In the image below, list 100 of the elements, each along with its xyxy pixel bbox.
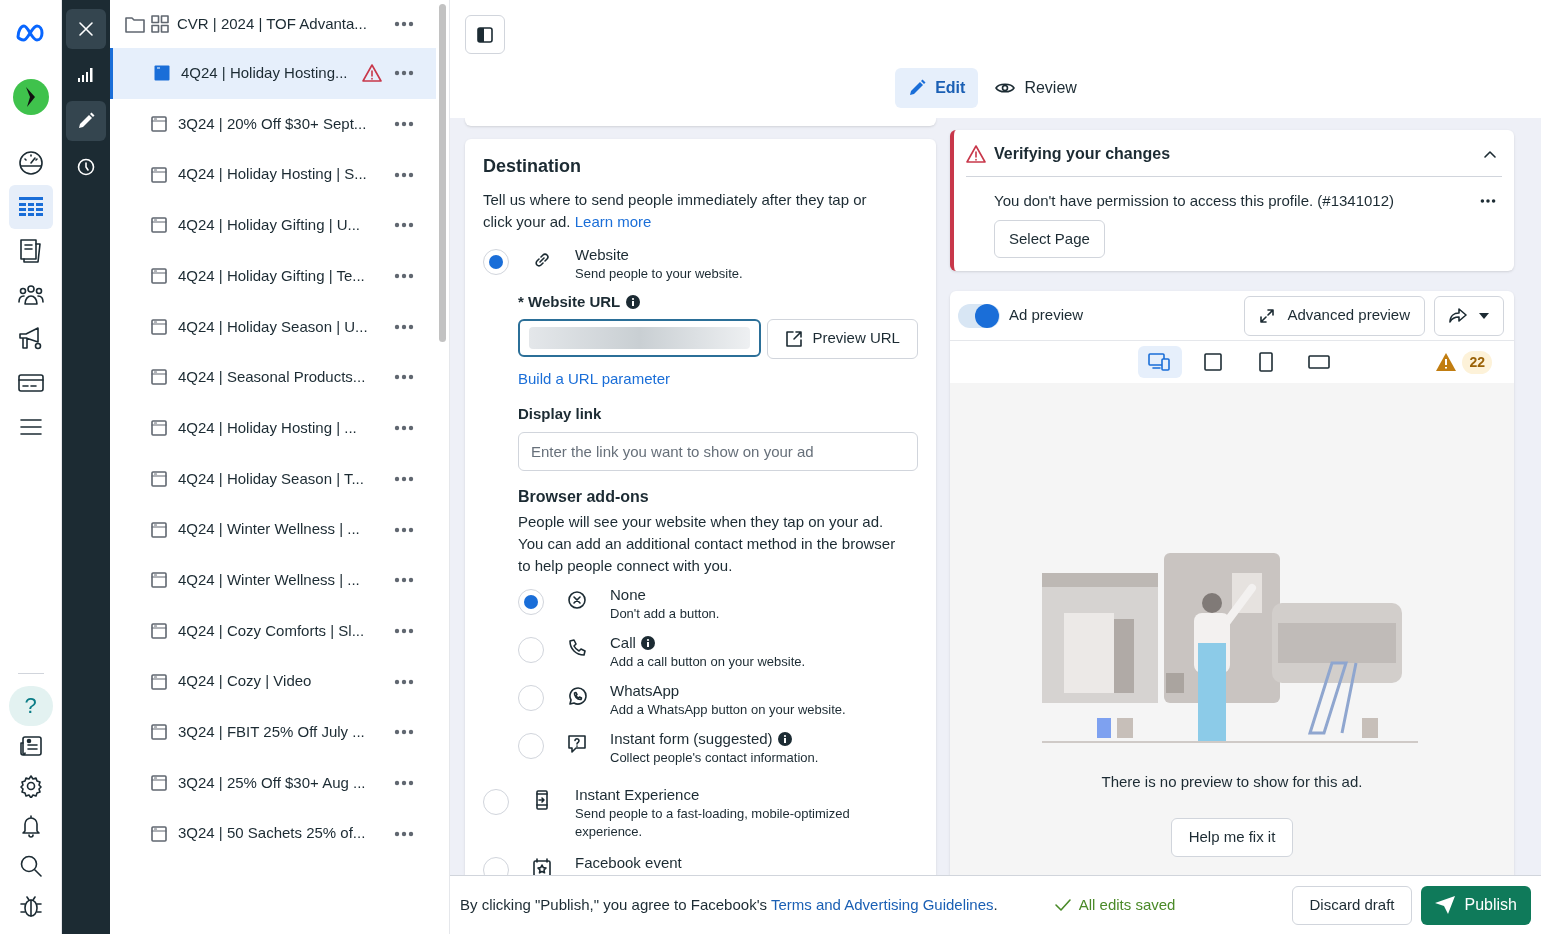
edit-tab[interactable]: Edit [895, 68, 979, 108]
newspaper-icon [18, 735, 43, 757]
help-fix-button[interactable]: Help me fix it [1170, 817, 1294, 857]
avatar-icon [11, 78, 50, 116]
ad-row[interactable]: 4Q24 | Cozy | Video [110, 656, 436, 707]
option-title: Facebook event [575, 852, 682, 873]
learn-more-link[interactable]: Learn more [574, 213, 652, 230]
ad-name: 4Q24 | Holiday Hosting | ... [178, 417, 358, 438]
preview-url-button[interactable]: Preview URL [767, 318, 918, 359]
question-bubble-icon [567, 733, 587, 754]
info-icon [626, 295, 641, 310]
table-icon [17, 196, 44, 218]
ad-row[interactable]: 4Q24 | Holiday Season | U... [110, 301, 436, 353]
more-icon [394, 273, 414, 280]
ad-row[interactable]: 4Q24 | Holiday Gifting | Te... [110, 250, 436, 302]
ad-row[interactable]: 4Q24 | Holiday Season | T... [110, 453, 436, 505]
more-icon [394, 70, 414, 77]
terms-link[interactable]: Terms and Advertising Guidelines [770, 895, 994, 913]
documents-icon [17, 238, 44, 264]
ad-icon [151, 724, 167, 741]
ad-row[interactable]: 4Q24 | Holiday Hosting | S... [110, 149, 436, 201]
bug-icon [18, 894, 43, 918]
pencil-icon [908, 79, 927, 97]
check-icon [1053, 898, 1072, 912]
option-title: Website [575, 245, 629, 265]
empty-state-message: There is no preview to show for this ad. [1101, 772, 1363, 792]
warning-icon [1436, 353, 1457, 371]
advanced-preview-button[interactable]: Advanced preview [1244, 295, 1425, 336]
ad-icon [151, 318, 167, 335]
ad-icon [151, 825, 167, 842]
external-link-icon [785, 329, 804, 348]
more-icon [394, 121, 414, 128]
ad-row[interactable]: 4Q24 | Holiday Gifting | U... [110, 200, 436, 251]
ad-name: 4Q24 | Holiday Season | T... [178, 468, 365, 489]
ad-row[interactable]: 3Q24 | FBIT 25% Off July ... [110, 706, 436, 758]
select-page-button[interactable]: Select Page [994, 220, 1105, 258]
paper-plane-icon [1434, 896, 1455, 914]
more-icon [394, 779, 414, 786]
info-icon [640, 635, 655, 650]
ad-row[interactable]: 4Q24 | Winter Wellness | ... [110, 554, 436, 606]
edit-tool-button[interactable] [66, 101, 106, 141]
more-icon [394, 475, 414, 482]
option-description: Add a WhatsApp button on your website. [610, 700, 847, 719]
campaign-grid-icon [151, 15, 169, 33]
url-parameter-link[interactable]: Build a URL parameter [518, 367, 670, 390]
ad-row[interactable]: 4Q24 | Seasonal Products... [110, 352, 436, 403]
ad-name: 4Q24 | Cozy Comforts | Sl... [178, 620, 366, 641]
warning-count: 22 [1462, 350, 1492, 374]
ad-row[interactable]: 3Q24 | 25% Off $30+ Aug ... [110, 757, 436, 809]
campaign-name[interactable]: CVR | 2024 | TOF Advanta... [177, 12, 390, 36]
close-tool-button[interactable] [66, 9, 106, 49]
warning-icon [966, 145, 986, 163]
display-link-field[interactable]: Enter the link you want to show on your ad [518, 431, 918, 471]
toggle-switch[interactable] [958, 303, 1000, 328]
people-icon [16, 284, 45, 306]
device-tab[interactable] [1138, 346, 1182, 378]
ad-row[interactable]: 4Q24 | Cozy Comforts | Sl... [110, 605, 436, 657]
ad-icon [151, 217, 167, 234]
ad-row[interactable]: 3Q24 | 50 Sachets 25% of... [110, 808, 436, 859]
settings-icon [18, 774, 43, 798]
more-icon [1480, 198, 1496, 204]
ad-icon [151, 622, 167, 639]
link-icon [532, 250, 552, 270]
section-description: Tell us where to send people immediately after they tap or click your ad. Learn more [483, 190, 868, 232]
ad-name: 4Q24 | Winter Wellness | ... [178, 519, 361, 540]
more-icon [394, 729, 414, 736]
panel-toggle-button[interactable] [465, 15, 505, 54]
clock-icon [77, 158, 95, 176]
ad-icon [151, 166, 167, 183]
table-nav-button[interactable] [8, 185, 53, 229]
ad-name: 3Q24 | 50 Sachets 25% of... [178, 823, 367, 844]
eye-icon [995, 81, 1016, 95]
more-icon [394, 171, 414, 178]
alert-message: You don't have permission to access this profile. (#1341012) [994, 190, 1396, 211]
caret-down-icon [1479, 312, 1489, 319]
more-icon [394, 678, 414, 685]
subsection-title: Browser add-ons [518, 486, 650, 507]
share-button[interactable] [1434, 295, 1504, 336]
help-nav-button[interactable]: ? [8, 686, 53, 726]
ad-row[interactable]: 4Q24 | Winter Wellness | ... [110, 504, 436, 555]
ad-row[interactable]: 3Q24 | 20% Off $30+ Sept... [110, 98, 436, 150]
ad-row[interactable]: 4Q24 | Holiday Hosting... [110, 48, 436, 99]
ad-row[interactable]: 4Q24 | Holiday Hosting | ... [110, 402, 436, 454]
help-icon: ? [24, 695, 37, 717]
discard-draft-button[interactable]: Discard draft [1292, 885, 1412, 925]
close-icon [77, 20, 95, 38]
folder-icon [125, 15, 145, 33]
review-tab[interactable]: Review [982, 68, 1090, 108]
menu-icon [18, 417, 43, 437]
more-icon [394, 21, 414, 27]
option-title: Call [610, 632, 636, 653]
ad-icon [151, 268, 167, 285]
url-field[interactable] [518, 318, 762, 357]
option-title: Instant Experience [575, 784, 700, 805]
ad-name: 3Q24 | 20% Off $30+ Sept... [178, 113, 368, 134]
scrollbar-thumb[interactable] [439, 4, 446, 342]
ad-icon [151, 673, 167, 690]
subsection-description: People will see your website when they tap on your ad. You can add an additional contact method in the browser to help people connect with you. [518, 511, 897, 576]
publish-button[interactable]: Publish [1420, 885, 1531, 925]
credit-card-icon [16, 373, 45, 393]
